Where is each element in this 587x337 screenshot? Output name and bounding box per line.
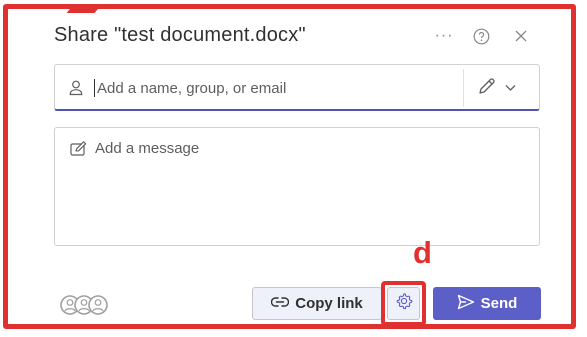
person-icon <box>69 80 83 101</box>
close-icon[interactable] <box>510 25 532 47</box>
send-icon <box>457 294 475 314</box>
pencil-edit-icon <box>477 76 497 101</box>
link-icon <box>271 295 290 312</box>
annotation-label: d <box>413 235 432 270</box>
more-options-icon[interactable]: ··· <box>433 25 455 47</box>
send-label: Send <box>480 295 518 312</box>
share-dialog: Share "test document.docx" ··· Add a nam… <box>12 13 566 326</box>
recipient-input[interactable] <box>95 73 459 103</box>
chevron-down-icon <box>505 79 516 97</box>
people-avatars-icon[interactable] <box>59 294 119 315</box>
message-edit-icon <box>70 141 88 162</box>
copy-link-button[interactable]: Copy link <box>252 287 382 320</box>
dialog-title: Share "test document.docx" <box>54 24 306 46</box>
annotation-highlight-box <box>381 281 426 326</box>
copy-link-label: Copy link <box>295 295 363 312</box>
field-divider <box>463 69 464 107</box>
message-input[interactable] <box>93 138 527 238</box>
recipient-field <box>54 64 540 111</box>
send-button[interactable]: Send <box>433 287 541 320</box>
permission-dropdown[interactable] <box>477 77 529 99</box>
help-icon[interactable] <box>470 25 492 47</box>
message-field <box>54 127 540 246</box>
